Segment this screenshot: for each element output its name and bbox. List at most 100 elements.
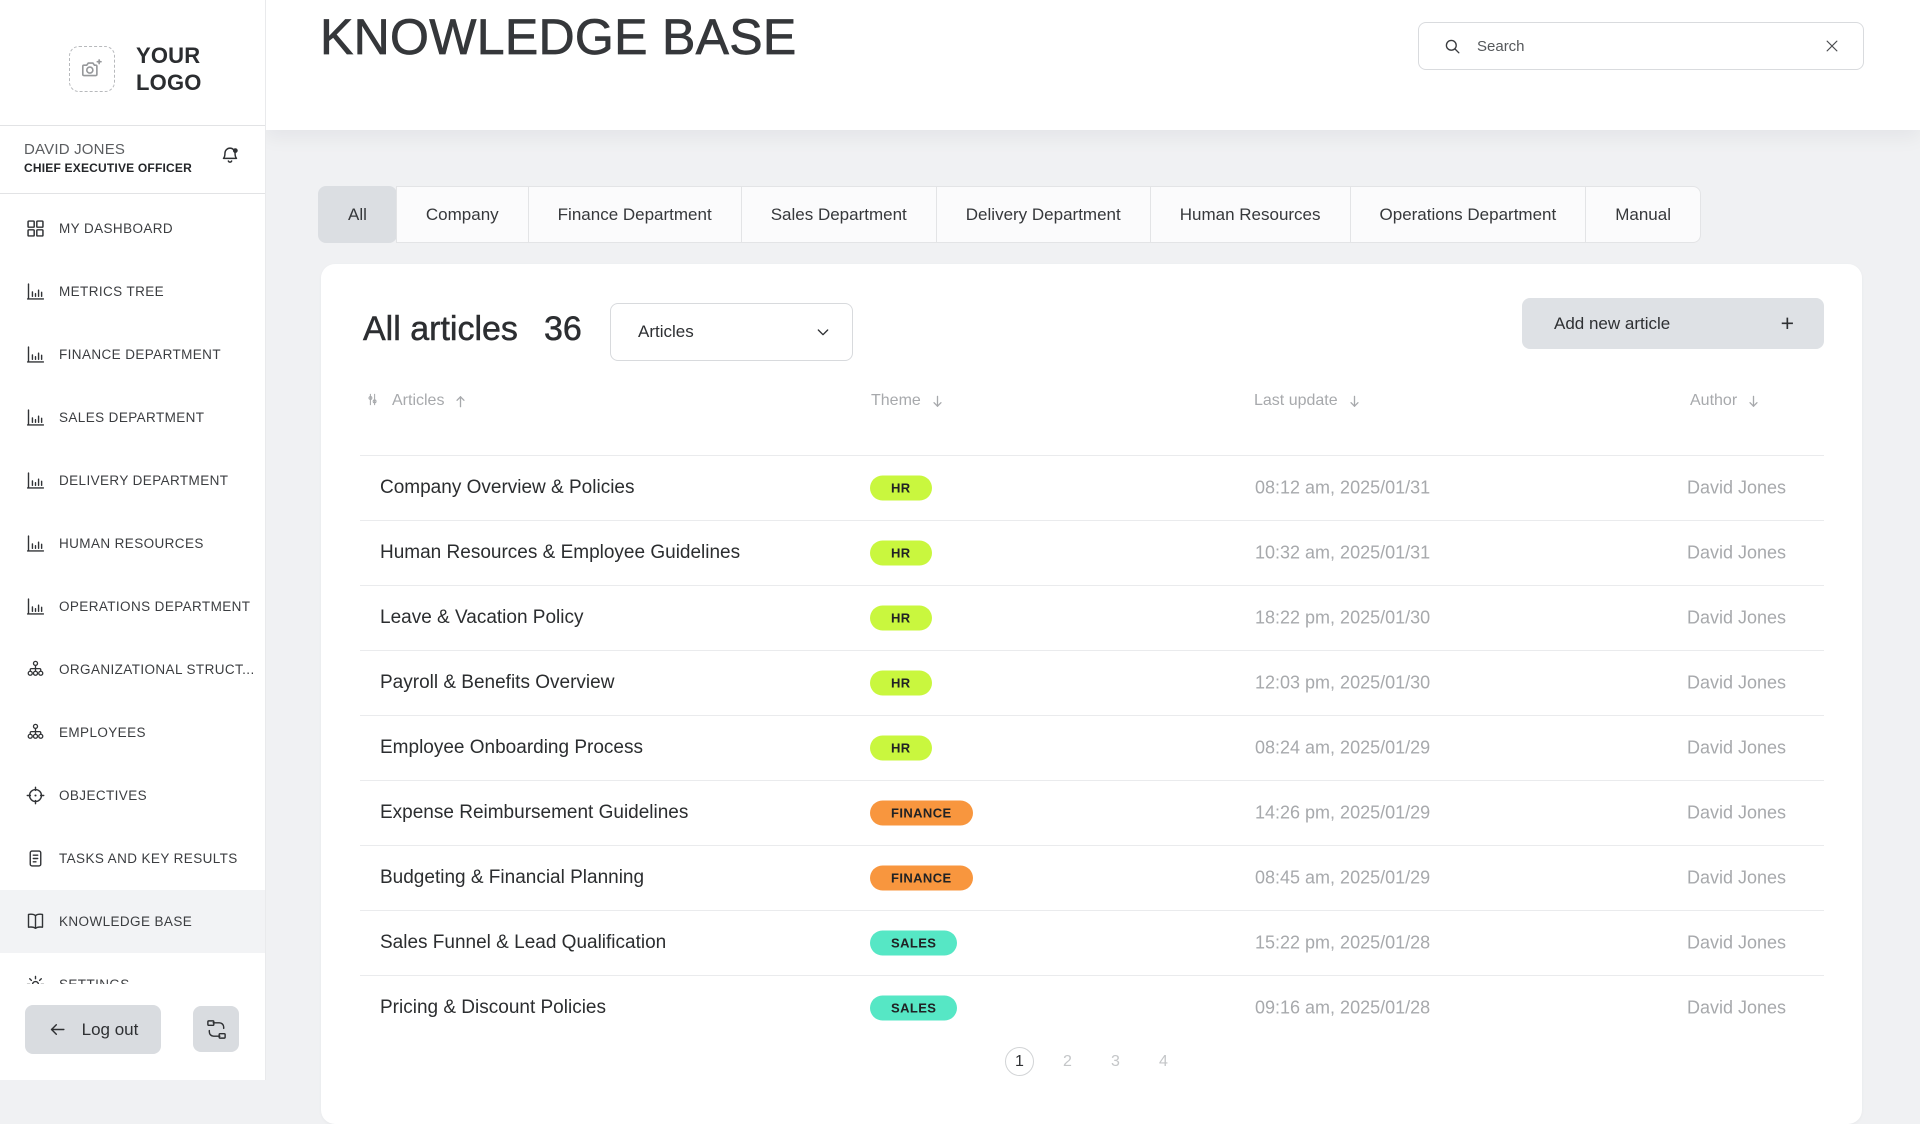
sidebar-nav: MY DASHBOARD METRICS TREE FINANCE DEPART… [0, 197, 265, 1016]
sidebar-item-objectives[interactable]: OBJECTIVES [0, 764, 265, 827]
tab-finance-department[interactable]: Finance Department [528, 186, 742, 243]
last-update: 08:24 am, 2025/01/29 [1255, 738, 1430, 759]
last-update: 10:32 am, 2025/01/31 [1255, 543, 1430, 564]
sidebar-item-label: TASKS AND KEY RESULTS [59, 851, 238, 866]
sort-down-icon [1347, 394, 1362, 409]
column-label: Last update [1254, 392, 1338, 410]
column-header-last-update[interactable]: Last update [1254, 386, 1362, 416]
column-label: Theme [871, 392, 921, 410]
column-header-theme[interactable]: Theme [871, 386, 945, 416]
bar-chart-icon [25, 281, 46, 302]
table-row[interactable]: Human Resources & Employee Guidelines HR… [360, 520, 1824, 585]
article-title: Expense Reimbursement Guidelines [380, 802, 688, 824]
pagination-page-2[interactable]: 2 [1053, 1047, 1082, 1076]
theme-badge: FINANCE [870, 801, 973, 826]
dropdown-value: Articles [638, 322, 694, 342]
sidebar-item-my-dashboard[interactable]: MY DASHBOARD [0, 197, 265, 260]
add-new-article-button[interactable]: Add new article + [1522, 298, 1824, 349]
column-label: Author [1690, 392, 1737, 410]
close-icon [1823, 37, 1841, 55]
last-update: 15:22 pm, 2025/01/28 [1255, 933, 1430, 954]
table-row[interactable]: Employee Onboarding Process HR 08:24 am,… [360, 715, 1824, 780]
sidebar-item-knowledge-base[interactable]: KNOWLEDGE BASE [0, 890, 265, 953]
last-update: 08:45 am, 2025/01/29 [1255, 868, 1430, 889]
sidebar-item-organizational-struct[interactable]: ORGANIZATIONAL STRUCT... [0, 638, 265, 701]
sidebar-item-delivery-department[interactable]: DELIVERY DEPARTMENT [0, 449, 265, 512]
notification-bell-icon[interactable] [219, 144, 241, 168]
table-row[interactable]: Company Overview & Policies HR 08:12 am,… [360, 455, 1824, 520]
switch-view-button[interactable] [193, 1006, 239, 1052]
table-row[interactable]: Sales Funnel & Lead Qualification SALES … [360, 910, 1824, 975]
tab-all[interactable]: All [318, 186, 397, 243]
table-row[interactable]: Leave & Vacation Policy HR 18:22 pm, 202… [360, 585, 1824, 650]
tab-manual[interactable]: Manual [1585, 186, 1701, 243]
pagination: 1234 [321, 1047, 1862, 1076]
articles-heading: All articles [363, 310, 518, 349]
sidebar-item-label: DELIVERY DEPARTMENT [59, 473, 228, 488]
column-header-articles[interactable]: Articles [365, 386, 468, 416]
sidebar: YOUR LOGO DAVID JONES CHIEF EXECUTIVE OF… [0, 0, 265, 1080]
tab-company[interactable]: Company [396, 186, 529, 243]
tab-human-resources[interactable]: Human Resources [1150, 186, 1351, 243]
log-out-button[interactable]: Log out [25, 1005, 161, 1054]
theme-badge: FINANCE [870, 866, 973, 891]
article-title: Company Overview & Policies [380, 477, 634, 499]
theme-badge: SALES [870, 996, 957, 1021]
author: David Jones [1687, 478, 1786, 499]
sidebar-item-operations-department[interactable]: OPERATIONS DEPARTMENT [0, 575, 265, 638]
add-new-article-label: Add new article [1554, 314, 1670, 334]
org-chart-icon [25, 722, 46, 743]
column-label: Articles [392, 392, 444, 410]
pagination-page-3[interactable]: 3 [1101, 1047, 1130, 1076]
sidebar-item-label: KNOWLEDGE BASE [59, 914, 192, 929]
sidebar-item-employees[interactable]: EMPLOYEES [0, 701, 265, 764]
table-row[interactable]: Pricing & Discount Policies SALES 09:16 … [360, 975, 1824, 1040]
target-icon [25, 785, 46, 806]
tab-delivery-department[interactable]: Delivery Department [936, 186, 1151, 243]
theme-badge: SALES [870, 931, 957, 956]
sidebar-item-tasks-and-key-results[interactable]: TASKS AND KEY RESULTS [0, 827, 265, 890]
author: David Jones [1687, 933, 1786, 954]
sidebar-footer: Log out [0, 984, 264, 1080]
sidebar-divider [0, 193, 265, 194]
app: YOUR LOGO DAVID JONES CHIEF EXECUTIVE OF… [0, 0, 1920, 1080]
bar-chart-icon [25, 596, 46, 617]
book-icon [25, 911, 46, 932]
sidebar-item-human-resources[interactable]: HUMAN RESOURCES [0, 512, 265, 575]
table-row[interactable]: Payroll & Benefits Overview HR 12:03 pm,… [360, 650, 1824, 715]
chevron-down-icon [815, 324, 831, 340]
theme-badge: HR [870, 476, 932, 501]
article-title: Budgeting & Financial Planning [380, 867, 644, 889]
sidebar-item-finance-department[interactable]: FINANCE DEPARTMENT [0, 323, 265, 386]
column-header-author[interactable]: Author [1690, 386, 1761, 416]
sidebar-item-sales-department[interactable]: SALES DEPARTMENT [0, 386, 265, 449]
sidebar-item-label: METRICS TREE [59, 284, 164, 299]
search-icon [1443, 37, 1462, 56]
articles-type-dropdown[interactable]: Articles [610, 303, 853, 361]
search-clear-button[interactable] [1823, 37, 1841, 55]
table-row[interactable]: Budgeting & Financial Planning FINANCE 0… [360, 845, 1824, 910]
sidebar-item-label: SALES DEPARTMENT [59, 410, 204, 425]
tab-operations-department[interactable]: Operations Department [1350, 186, 1587, 243]
tab-sales-department[interactable]: Sales Department [741, 186, 937, 243]
user-name: DAVID JONES [24, 141, 245, 158]
pagination-page-4[interactable]: 4 [1149, 1047, 1178, 1076]
log-out-label: Log out [82, 1020, 139, 1040]
articles-card: All articles 36 Articles Add new article… [321, 264, 1862, 1124]
table-row[interactable]: Expense Reimbursement Guidelines FINANCE… [360, 780, 1824, 845]
user-role: CHIEF EXECUTIVE OFFICER [24, 161, 245, 175]
author: David Jones [1687, 543, 1786, 564]
author: David Jones [1687, 738, 1786, 759]
sidebar-item-metrics-tree[interactable]: METRICS TREE [0, 260, 265, 323]
logo-upload-placeholder[interactable] [69, 46, 115, 92]
article-title: Sales Funnel & Lead Qualification [380, 932, 666, 954]
search-input[interactable] [1475, 37, 1810, 56]
last-update: 09:16 am, 2025/01/28 [1255, 998, 1430, 1019]
theme-badge: HR [870, 541, 932, 566]
article-title: Pricing & Discount Policies [380, 997, 606, 1019]
sidebar-item-label: MY DASHBOARD [59, 221, 173, 236]
author: David Jones [1687, 998, 1786, 1019]
article-title: Employee Onboarding Process [380, 737, 643, 759]
pagination-page-1[interactable]: 1 [1005, 1047, 1034, 1076]
dashboard-icon [25, 218, 46, 239]
